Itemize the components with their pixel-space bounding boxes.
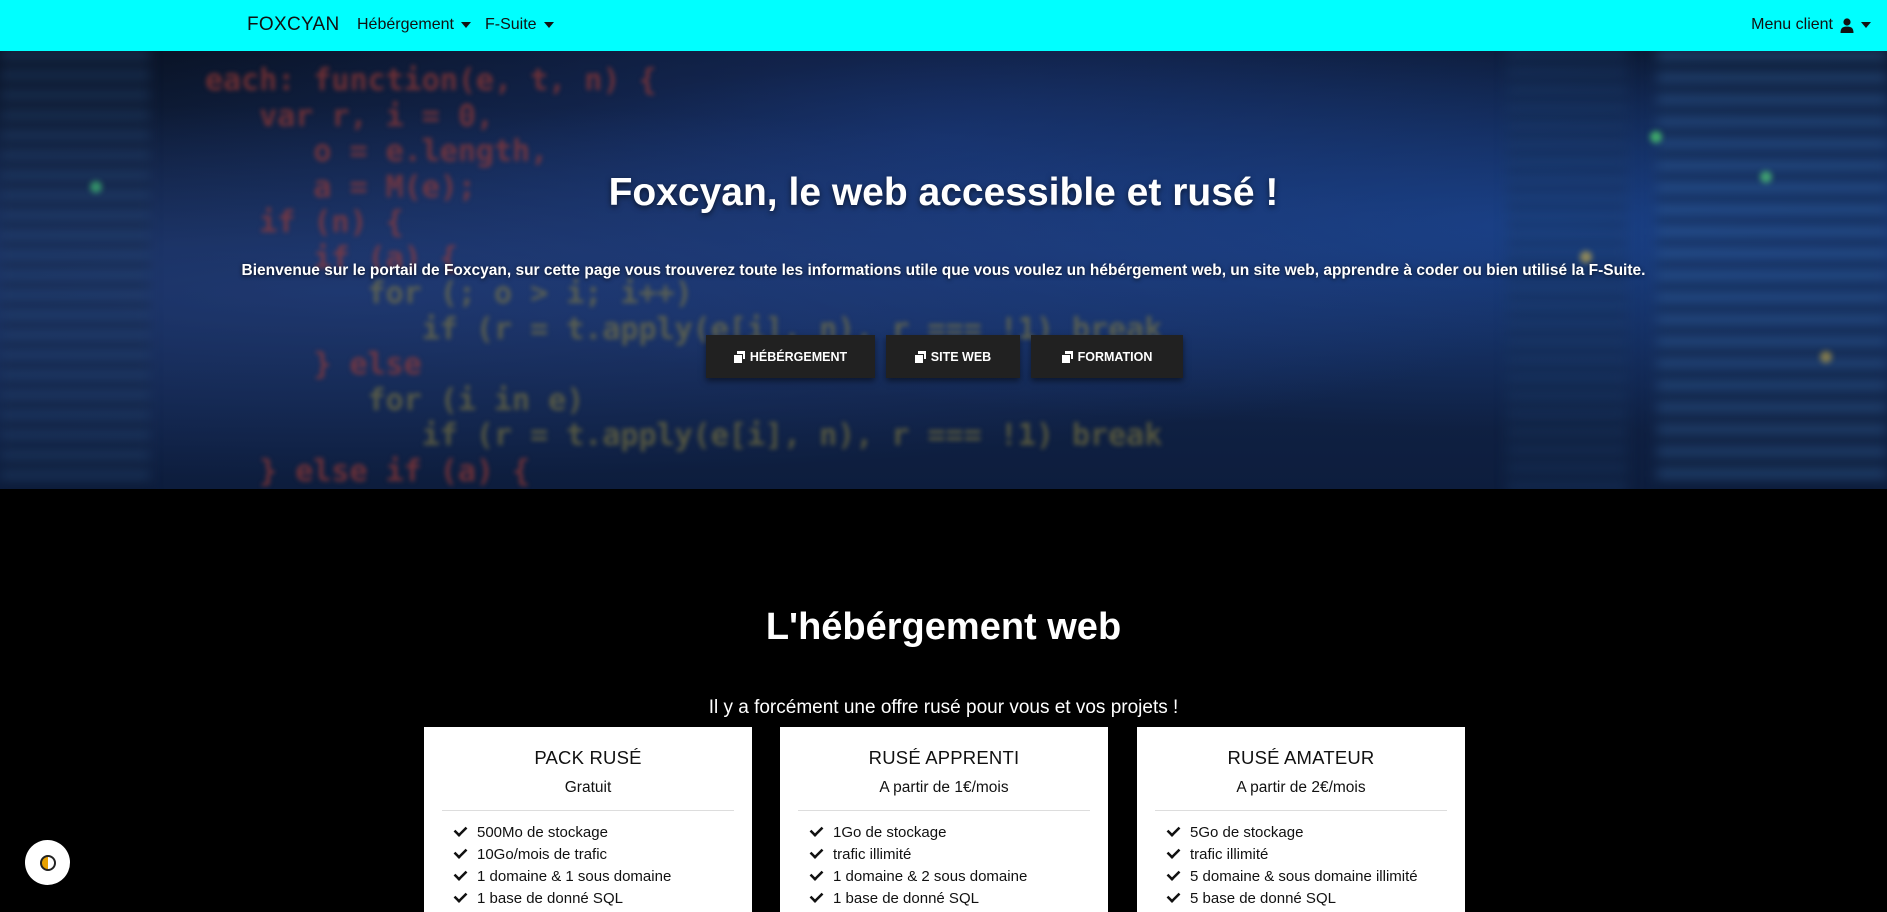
divider <box>798 810 1090 811</box>
divider <box>442 810 734 811</box>
website-button[interactable]: SITE WEB <box>886 335 1020 378</box>
code-line: each: function(e, t, n) { <box>205 63 657 98</box>
hero-title: Foxcyan, le web accessible et rusé ! <box>608 171 1279 214</box>
code-line: var r, i = 0, <box>205 98 494 134</box>
top-navbar: FOXCYAN Hébérgement F-Suite Menu client <box>0 0 1887 51</box>
hero-banner: each: function(e, t, n) { var r, i = 0, … <box>0 51 1887 489</box>
feature-item: 1 domaine & 2 sous domaine <box>808 865 1108 887</box>
feature-item: 1Go de stockage <box>808 821 1108 843</box>
feature-label: trafic illimité <box>833 845 912 863</box>
feature-label: 1 domaine & 1 sous domaine <box>477 867 672 885</box>
feature-item: 10Go/mois de trafic <box>452 843 752 865</box>
hosting-button-label: HÉBÉRGEMENT <box>749 349 848 364</box>
plan-price: A partir de 2€/mois <box>1236 779 1366 796</box>
check-icon <box>1166 867 1181 881</box>
training-button-label: FORMATION <box>1077 349 1153 364</box>
brand-logo[interactable]: FOXCYAN <box>247 14 340 36</box>
feature-label: 5 domaine & sous domaine illimité <box>1190 867 1418 885</box>
check-icon <box>1166 823 1181 837</box>
hosting-section-title: L'hébérgement web <box>765 606 1122 648</box>
plan-price: A partir de 1€/mois <box>879 779 1009 796</box>
nav-hosting-dropdown[interactable]: Hébérgement <box>357 16 471 34</box>
plan-price: Gratuit <box>564 779 612 796</box>
feature-item: trafic illimité <box>1165 843 1465 865</box>
feature-label: 500Mo de stockage <box>477 823 608 841</box>
plan-card-ruse-apprenti[interactable]: RUSÉ APPRENTI A partir de 1€/mois 1Go de… <box>780 727 1108 912</box>
check-icon <box>453 867 468 881</box>
feature-item: 1 domaine & 1 sous domaine <box>452 865 752 887</box>
feature-label: 10Go/mois de trafic <box>477 845 608 863</box>
theme-toggle-button[interactable] <box>25 840 70 885</box>
plan-card-pack-ruse[interactable]: PACK RUSÉ Gratuit 500Mo de stockage 10Go… <box>424 727 752 912</box>
code-line: } else <box>205 347 422 382</box>
check-icon <box>453 845 468 859</box>
plan-features: 1Go de stockage trafic illimité 1 domain… <box>780 821 1108 909</box>
hosting-section-subtitle: Il y a forcément une offre rusé pour vou… <box>708 697 1179 718</box>
check-icon <box>1166 889 1181 903</box>
nav-fsuite-label: F-Suite <box>485 16 537 33</box>
feature-label: 1Go de stockage <box>833 823 947 841</box>
nav-hosting-label: Hébérgement <box>357 16 454 33</box>
plan-features: 500Mo de stockage 10Go/mois de trafic 1 … <box>424 821 752 909</box>
check-icon <box>453 823 468 837</box>
feature-item: trafic illimité <box>808 843 1108 865</box>
feature-label: trafic illimité <box>1190 845 1269 863</box>
check-icon <box>453 889 468 903</box>
feature-label: 1 base de donné SQL <box>477 889 623 907</box>
website-button-label: SITE WEB <box>930 349 992 364</box>
plan-name: PACK RUSÉ <box>534 747 642 768</box>
caret-down-icon <box>543 22 554 28</box>
code-line: for (i in e) <box>205 382 585 418</box>
check-icon <box>809 845 824 859</box>
caret-down-icon <box>1861 22 1871 28</box>
check-icon <box>1166 845 1181 859</box>
check-icon <box>809 889 824 903</box>
check-icon <box>809 867 824 881</box>
plan-features: 5Go de stockage trafic illimité 5 domain… <box>1137 821 1465 909</box>
plan-card-ruse-amateur[interactable]: RUSÉ AMATEUR A partir de 2€/mois 5Go de … <box>1137 727 1465 912</box>
client-menu-label: Menu client <box>1751 16 1833 33</box>
divider <box>1155 810 1447 811</box>
hero-description: Bienvenue sur le portail de Foxcyan, sur… <box>241 262 1646 279</box>
feature-label: 1 base de donné SQL <box>833 889 979 907</box>
feature-label: 5 base de donné SQL <box>1190 889 1336 907</box>
feature-item: 1 base de donné SQL <box>808 887 1108 909</box>
feature-item: 5Go de stockage <box>1165 821 1465 843</box>
plan-name: RUSÉ APPRENTI <box>868 747 1020 768</box>
client-menu-dropdown[interactable]: Menu client <box>1751 16 1871 34</box>
feature-item: 5 domaine & sous domaine illimité <box>1165 865 1465 887</box>
code-line: } else if (a) { <box>205 453 531 489</box>
feature-label: 1 domaine & 2 sous domaine <box>833 867 1028 885</box>
training-button[interactable]: FORMATION <box>1031 335 1183 378</box>
caret-down-icon <box>460 22 471 28</box>
code-line: if (r = t.apply(e[i], n), r === !1) brea… <box>205 418 1163 453</box>
check-icon <box>809 823 824 837</box>
code-line: o = e.length, <box>205 134 549 169</box>
feature-item: 500Mo de stockage <box>452 821 752 843</box>
hero-bg-light <box>1820 351 1832 363</box>
feature-item: 1 base de donné SQL <box>452 887 752 909</box>
nav-fsuite-dropdown[interactable]: F-Suite <box>485 16 554 34</box>
hero-bg-light <box>1650 131 1662 143</box>
copy-icon <box>1061 351 1073 363</box>
feature-label: 5Go de stockage <box>1190 823 1304 841</box>
user-icon <box>1840 17 1854 33</box>
contrast-icon <box>39 854 56 871</box>
copy-icon <box>733 351 745 363</box>
copy-icon <box>914 351 926 363</box>
code-line: for (; o > i; i++) <box>205 276 693 311</box>
plan-name: RUSÉ AMATEUR <box>1227 747 1375 768</box>
hosting-button[interactable]: HÉBÉRGEMENT <box>706 335 875 378</box>
feature-item: 5 base de donné SQL <box>1165 887 1465 909</box>
